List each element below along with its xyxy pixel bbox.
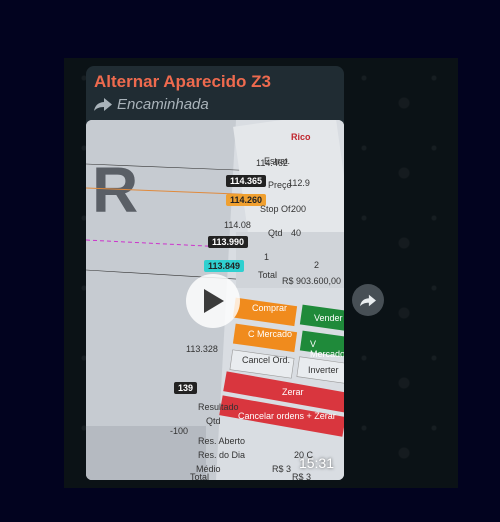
price-tag: 114.365 (226, 175, 267, 187)
video-thumbnail[interactable]: R 114.462 114.08 113.328 114.365 114.260… (86, 120, 344, 480)
forwarded-indicator: Encaminhada (94, 96, 209, 113)
form-label: Qtd (268, 228, 283, 238)
play-button[interactable] (186, 274, 240, 328)
form-value: R$ 903.600,00 (282, 276, 342, 286)
play-icon (204, 289, 224, 313)
market-sell-button: V Mercado (310, 339, 344, 359)
position-label: Resultado (198, 402, 239, 412)
price-tick-label: 113.328 (186, 344, 218, 354)
broker-label: Rico (291, 132, 311, 142)
position-label: Qtd (206, 416, 221, 426)
invert-button: Inverter (308, 365, 339, 375)
forward-arrow-icon (94, 98, 112, 111)
market-buy-button: C Mercado (248, 329, 293, 339)
position-label: Total (190, 472, 210, 480)
quantity-button: 1 (264, 252, 270, 262)
forward-button[interactable] (352, 284, 384, 316)
message-bubble[interactable]: Alternar Aparecido Z3 Encaminhada R 114.… (86, 66, 344, 480)
price-tag: 139 (174, 382, 198, 394)
price-tag: 113.849 (204, 260, 245, 272)
form-label: Stop Of. (260, 204, 294, 214)
video-duration: 15:31 (298, 455, 334, 471)
quantity-button: 2 (314, 260, 320, 270)
form-value: 112.9 (288, 178, 310, 188)
share-arrow-icon (360, 294, 376, 306)
buy-button: Comprar (252, 303, 288, 313)
position-label: Res. do Dia (198, 450, 246, 460)
position-value: R$ 3 (292, 472, 312, 480)
sender-name[interactable]: Alternar Aparecido Z3 (94, 72, 271, 92)
form-label: Total (258, 270, 278, 280)
form-value: 40 (291, 228, 302, 238)
cancel-order-button: Cancel Ord. (242, 355, 291, 365)
price-tag: 113.990 (208, 236, 249, 248)
cancel-and-zero-button: Cancelar ordens + Zerar (238, 411, 336, 421)
position-label: Res. Aberto (198, 436, 246, 446)
forwarded-label: Encaminhada (117, 96, 209, 113)
position-value: -100 (170, 426, 189, 436)
position-value: R$ 3 (272, 464, 292, 474)
zero-button: Zerar (282, 387, 304, 397)
form-value: 200 (291, 204, 307, 214)
price-tick-label: 114.08 (224, 220, 251, 230)
sell-button: Vender (314, 313, 343, 323)
form-label: Estrat. (264, 156, 291, 166)
